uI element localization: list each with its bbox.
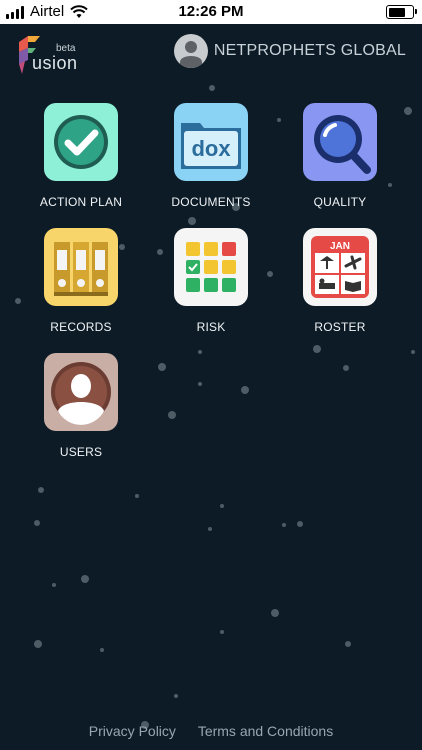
clock: 12:26 PM bbox=[178, 3, 244, 20]
calendar-month: JAN bbox=[330, 241, 350, 252]
avatar[interactable] bbox=[173, 34, 208, 68]
app-action-plan[interactable]: ACTION PLAN bbox=[26, 103, 136, 209]
logo-wordmark: usion bbox=[32, 53, 78, 73]
user-avatar-icon bbox=[179, 41, 202, 68]
app-label: ACTION PLAN bbox=[39, 195, 123, 209]
user-silhouette-icon bbox=[44, 353, 118, 431]
status-bar: Airtel 12:26 PM bbox=[0, 0, 422, 24]
binders-icon bbox=[44, 228, 118, 306]
footer: Privacy Policy Terms and Conditions bbox=[0, 723, 422, 739]
magnifier-icon bbox=[303, 103, 377, 181]
battery-icon bbox=[386, 5, 417, 19]
app-label: RECORDS bbox=[50, 320, 112, 334]
check-icon bbox=[44, 103, 118, 181]
terms-link[interactable]: Terms and Conditions bbox=[198, 723, 333, 739]
calendar-icon: JAN bbox=[303, 228, 377, 306]
folder-dox-icon: dox bbox=[174, 103, 248, 181]
app-documents[interactable]: dox DOCUMENTS bbox=[156, 103, 266, 209]
fusion-logo[interactable]: beta usion bbox=[16, 34, 86, 76]
app-records[interactable]: RECORDS bbox=[26, 228, 136, 334]
app-roster[interactable]: JAN ROSTER bbox=[285, 228, 395, 334]
app-users[interactable]: USERS bbox=[26, 353, 136, 459]
app-risk[interactable]: RISK bbox=[156, 228, 266, 334]
app-label: ROSTER bbox=[314, 320, 366, 334]
app-label: USERS bbox=[59, 445, 103, 459]
app-label: RISK bbox=[196, 320, 226, 334]
account-menu[interactable]: NETPROPHETS GLOBAL bbox=[173, 33, 406, 69]
app-label: QUALITY bbox=[313, 195, 367, 209]
app-quality[interactable]: QUALITY bbox=[285, 103, 395, 209]
risk-grid-icon bbox=[174, 228, 248, 306]
dox-text: dox bbox=[191, 136, 231, 161]
account-name[interactable]: NETPROPHETS GLOBAL bbox=[214, 42, 406, 60]
app-label: DOCUMENTS bbox=[171, 195, 251, 209]
privacy-policy-link[interactable]: Privacy Policy bbox=[89, 723, 176, 739]
